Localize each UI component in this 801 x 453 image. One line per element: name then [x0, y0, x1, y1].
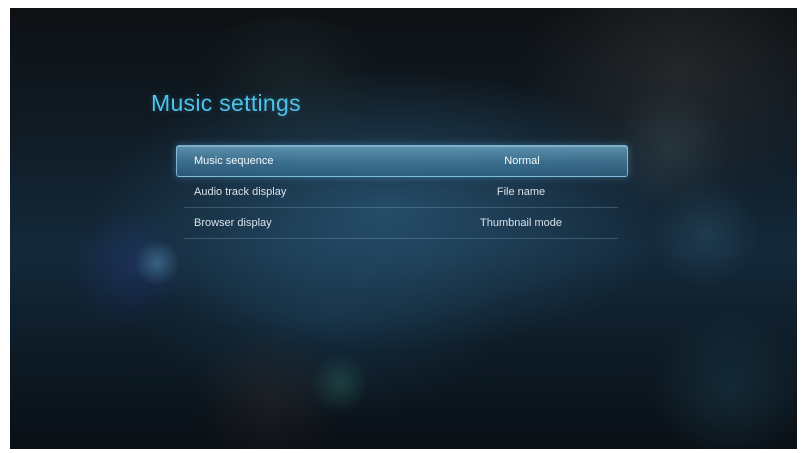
background-bokeh [190, 328, 350, 449]
setting-value: Normal [504, 155, 540, 167]
setting-row-music-sequence[interactable]: Music sequence Normal [176, 145, 628, 177]
setting-row-audio-track-display[interactable]: Audio track display File name [184, 177, 618, 208]
background-bokeh [180, 18, 400, 138]
background-bokeh [650, 178, 760, 288]
background-bokeh [134, 240, 180, 286]
settings-list: Music sequence Normal Audio track displa… [176, 145, 628, 239]
background-bokeh [650, 308, 797, 449]
page-title: Music settings [151, 90, 301, 116]
setting-value: File name [496, 186, 546, 198]
setting-label: Audio track display [194, 186, 287, 198]
setting-row-browser-display[interactable]: Browser display Thumbnail mode [184, 208, 618, 239]
background-bokeh [310, 353, 370, 413]
setting-label: Music sequence [194, 155, 274, 167]
setting-label: Browser display [194, 217, 272, 229]
background-bokeh [70, 208, 190, 328]
background-bokeh [610, 88, 730, 208]
setting-value: Thumbnail mode [480, 217, 562, 229]
